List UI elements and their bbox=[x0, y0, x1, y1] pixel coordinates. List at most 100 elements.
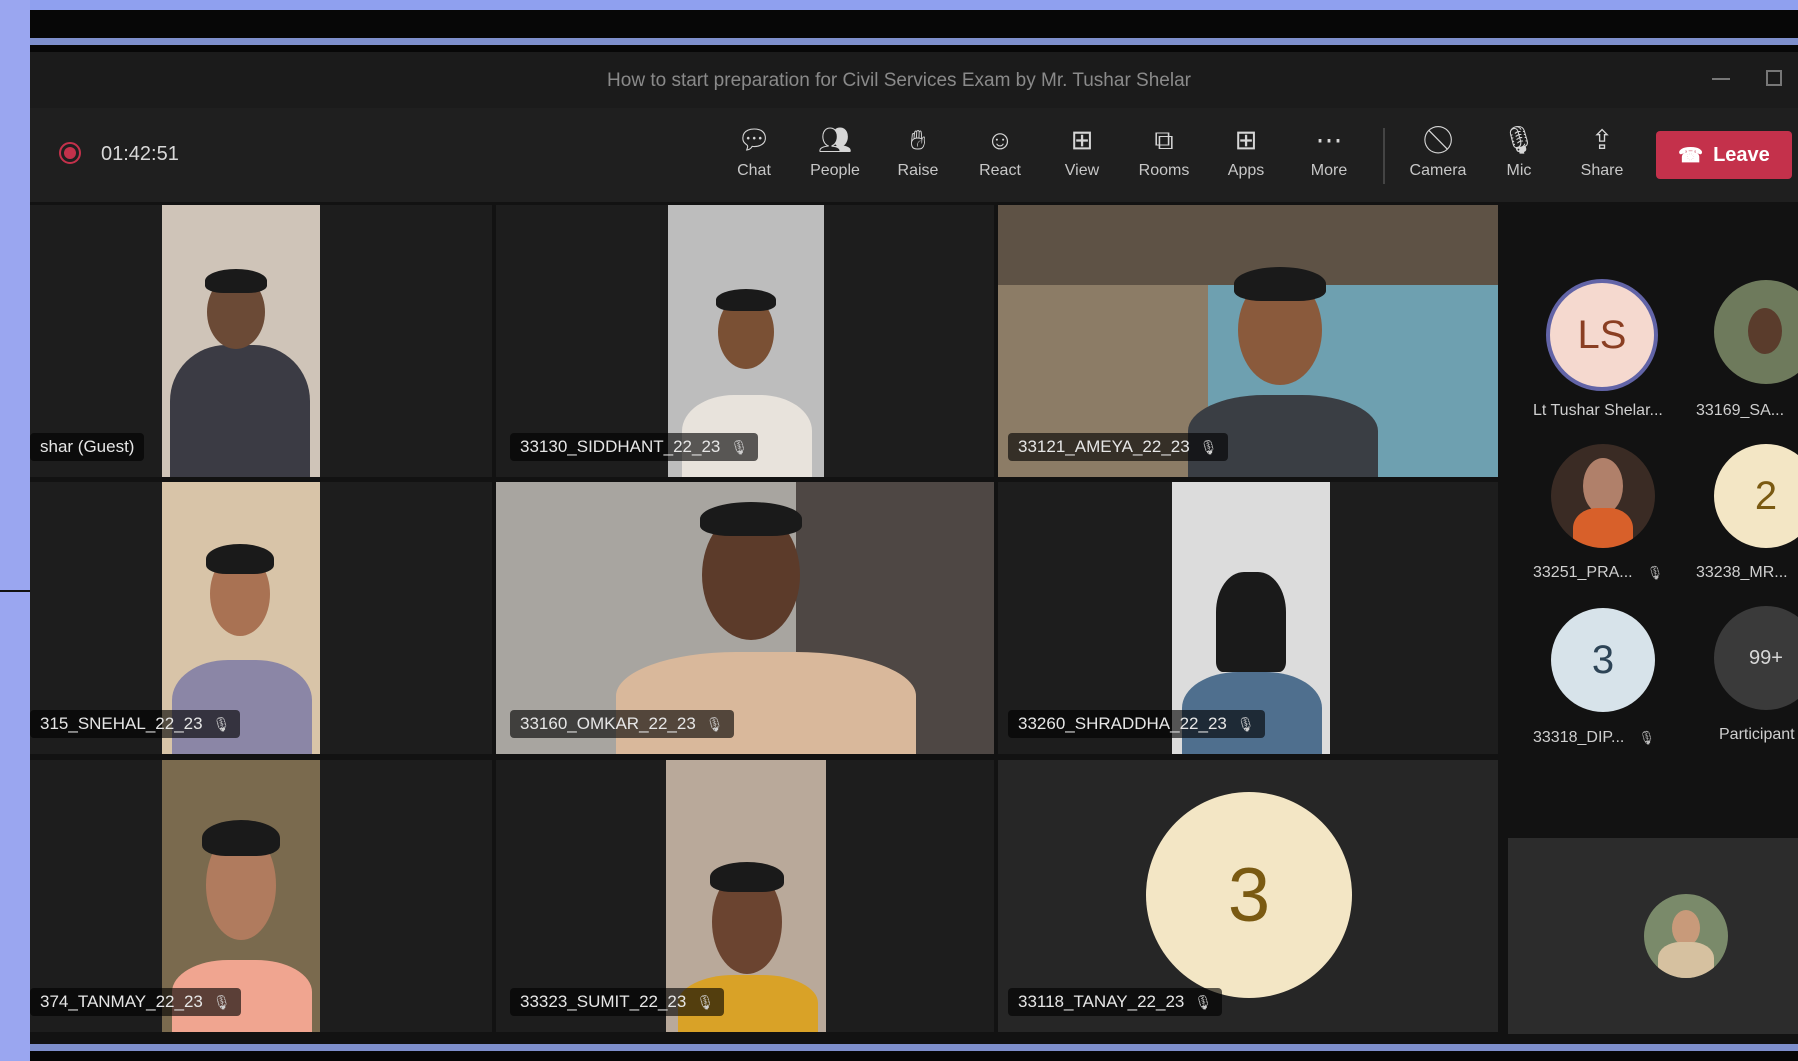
video-tile[interactable]: 33260_SHRADDHA_22_23 🎙︎ bbox=[998, 482, 1498, 754]
participant-name: 33121_AMEYA_22_23 🎙︎ bbox=[1008, 433, 1228, 461]
video-tile[interactable]: 33160_OMKAR_22_23 🎙︎ bbox=[496, 482, 994, 754]
participant-hair bbox=[700, 502, 802, 536]
more-button[interactable]: ⋯ More bbox=[1287, 122, 1371, 192]
people-button[interactable]: 👥︎ People bbox=[793, 122, 877, 192]
apps-icon: ⊞ bbox=[1234, 125, 1258, 155]
participant-name: shar (Guest) bbox=[30, 433, 145, 461]
participant-photo-icon bbox=[1583, 458, 1623, 514]
leave-button[interactable]: ☎ Leave bbox=[1656, 131, 1792, 179]
view-label: View bbox=[1064, 162, 1100, 179]
self-avatar bbox=[1644, 894, 1728, 978]
participant-name: Lt Tushar Shelar... bbox=[1533, 402, 1663, 419]
chat-button[interactable]: 💬︎ Chat bbox=[712, 122, 796, 192]
participant-name: 315_SNEHAL_22_23 🎙︎ bbox=[30, 710, 241, 738]
toolbar-divider bbox=[1383, 128, 1385, 184]
share-button[interactable]: ⇪ Share bbox=[1560, 122, 1644, 192]
view-button[interactable]: ⊞ View bbox=[1040, 122, 1124, 192]
participant-photo-body bbox=[1573, 508, 1633, 548]
view-grid-icon: ⊞ bbox=[1070, 125, 1094, 155]
video-tile[interactable]: 33121_AMEYA_22_23 🎙︎ bbox=[998, 205, 1498, 477]
overflow-count: 99+ bbox=[1749, 646, 1783, 669]
participant-name: 33318_DIP... 🎙︎ bbox=[1533, 729, 1655, 746]
participant-hair bbox=[202, 820, 280, 856]
react-label: React bbox=[979, 162, 1021, 179]
camera-label: Camera bbox=[1409, 162, 1467, 179]
participant-photo-icon bbox=[1748, 308, 1782, 354]
mic-off-icon: 🎙︎ bbox=[705, 716, 724, 732]
self-photo-body bbox=[1658, 942, 1714, 978]
participant-name: 374_TANMAY_22_23 🎙︎ bbox=[30, 988, 241, 1016]
mic-off-icon: 🎙︎ bbox=[1501, 125, 1537, 155]
video-tile[interactable]: 33130_SIDDHANT_22_23 🎙︎ bbox=[496, 205, 994, 477]
chat-label: Chat bbox=[737, 162, 771, 179]
participant-name: 33160_OMKAR_22_23 🎙︎ bbox=[510, 710, 734, 738]
mic-off-icon: 🎙︎ bbox=[1638, 730, 1655, 745]
avatar[interactable] bbox=[1551, 444, 1655, 548]
participant-name: 33238_MR... bbox=[1696, 564, 1788, 581]
video-tile[interactable]: 3 33118_TANAY_22_23 🎙︎ bbox=[998, 760, 1498, 1032]
raise-label: Raise bbox=[897, 162, 939, 179]
mic-off-icon: 🎙︎ bbox=[1646, 565, 1664, 580]
participant-hair bbox=[1216, 572, 1286, 672]
video-tile[interactable]: shar (Guest) bbox=[30, 205, 492, 477]
apps-button[interactable]: ⊞ Apps bbox=[1204, 122, 1288, 192]
participant-hair bbox=[716, 289, 776, 311]
chat-icon: 💬︎ bbox=[736, 125, 772, 155]
video-tile[interactable]: 315_SNEHAL_22_23 🎙︎ bbox=[30, 482, 492, 754]
leave-label: Leave bbox=[1713, 143, 1770, 166]
more-label: More bbox=[1310, 162, 1348, 179]
participant-name: 33169_SA... bbox=[1696, 402, 1785, 419]
camera-button[interactable]: 🚫︎ Camera bbox=[1396, 122, 1480, 192]
raise-hand-button[interactable]: ✋︎ Raise bbox=[876, 122, 960, 192]
window-bottom-border bbox=[30, 1044, 1798, 1051]
avatar[interactable]: 3 bbox=[1551, 608, 1655, 712]
avatar-initials: 2 bbox=[1754, 473, 1778, 518]
participant-body bbox=[172, 660, 312, 754]
participant-name: 33260_SHRADDHA_22_23 🎙︎ bbox=[1008, 710, 1265, 738]
share-label: Share bbox=[1580, 162, 1624, 179]
share-icon: ⇪ bbox=[1590, 125, 1614, 155]
raise-hand-icon: ✋︎ bbox=[910, 125, 926, 155]
more-icon: ⋯ bbox=[1315, 125, 1343, 155]
participant-avatar: 3 bbox=[1146, 792, 1352, 998]
participant-hair bbox=[710, 862, 784, 892]
people-icon: 👥︎ bbox=[817, 125, 853, 155]
people-label: People bbox=[810, 162, 860, 179]
mic-off-icon: 🎙︎ bbox=[1194, 994, 1213, 1010]
rooms-label: Rooms bbox=[1138, 162, 1190, 179]
participant-name: 33323_SUMIT_22_23 🎙︎ bbox=[510, 988, 725, 1016]
desktop-background bbox=[0, 0, 30, 1061]
apps-label: Apps bbox=[1227, 162, 1265, 179]
recording-dot-icon bbox=[64, 147, 76, 159]
phone-hangup-icon: ☎ bbox=[1678, 144, 1704, 167]
participant-body bbox=[170, 345, 310, 477]
avatar[interactable]: LS bbox=[1546, 279, 1658, 391]
mic-off-icon: 🎙︎ bbox=[730, 439, 749, 455]
mic-button[interactable]: 🎙︎ Mic bbox=[1477, 122, 1561, 192]
minimize-icon[interactable] bbox=[1712, 78, 1730, 80]
video-tile[interactable]: 374_TANMAY_22_23 🎙︎ bbox=[30, 760, 492, 1032]
mic-off-icon: 🎙︎ bbox=[1236, 716, 1255, 732]
avatar-initials: LS bbox=[1577, 312, 1627, 357]
participants-label: Participant bbox=[1719, 726, 1795, 743]
maximize-icon[interactable] bbox=[1766, 70, 1782, 86]
rooms-button[interactable]: ⧉ Rooms bbox=[1122, 122, 1206, 192]
participant-name: 33251_PRA... 🎙︎ bbox=[1533, 564, 1664, 581]
mic-off-icon: 🎙︎ bbox=[212, 994, 231, 1010]
react-icon: ☺ bbox=[986, 125, 1014, 155]
participant-name: 33130_SIDDHANT_22_23 🎙︎ bbox=[510, 433, 759, 461]
video-tile[interactable]: 33323_SUMIT_22_23 🎙︎ bbox=[496, 760, 994, 1032]
rooms-icon: ⧉ bbox=[1154, 125, 1174, 155]
participant-hair bbox=[206, 544, 274, 574]
mic-off-icon: 🎙︎ bbox=[1199, 439, 1218, 455]
react-button[interactable]: ☺ React bbox=[958, 122, 1042, 192]
participant-hair bbox=[1234, 267, 1326, 301]
avatar-initials: 3 bbox=[1591, 637, 1615, 682]
participant-hair bbox=[205, 269, 267, 293]
window-top-border bbox=[30, 38, 1798, 45]
mic-off-icon: 🎙︎ bbox=[212, 716, 231, 732]
participant-body bbox=[616, 652, 916, 754]
camera-off-icon: 🚫︎ bbox=[1420, 125, 1456, 155]
meeting-timer: 01:42:51 bbox=[101, 143, 179, 165]
participant-name: 33118_TANAY_22_23 🎙︎ bbox=[1008, 988, 1223, 1016]
